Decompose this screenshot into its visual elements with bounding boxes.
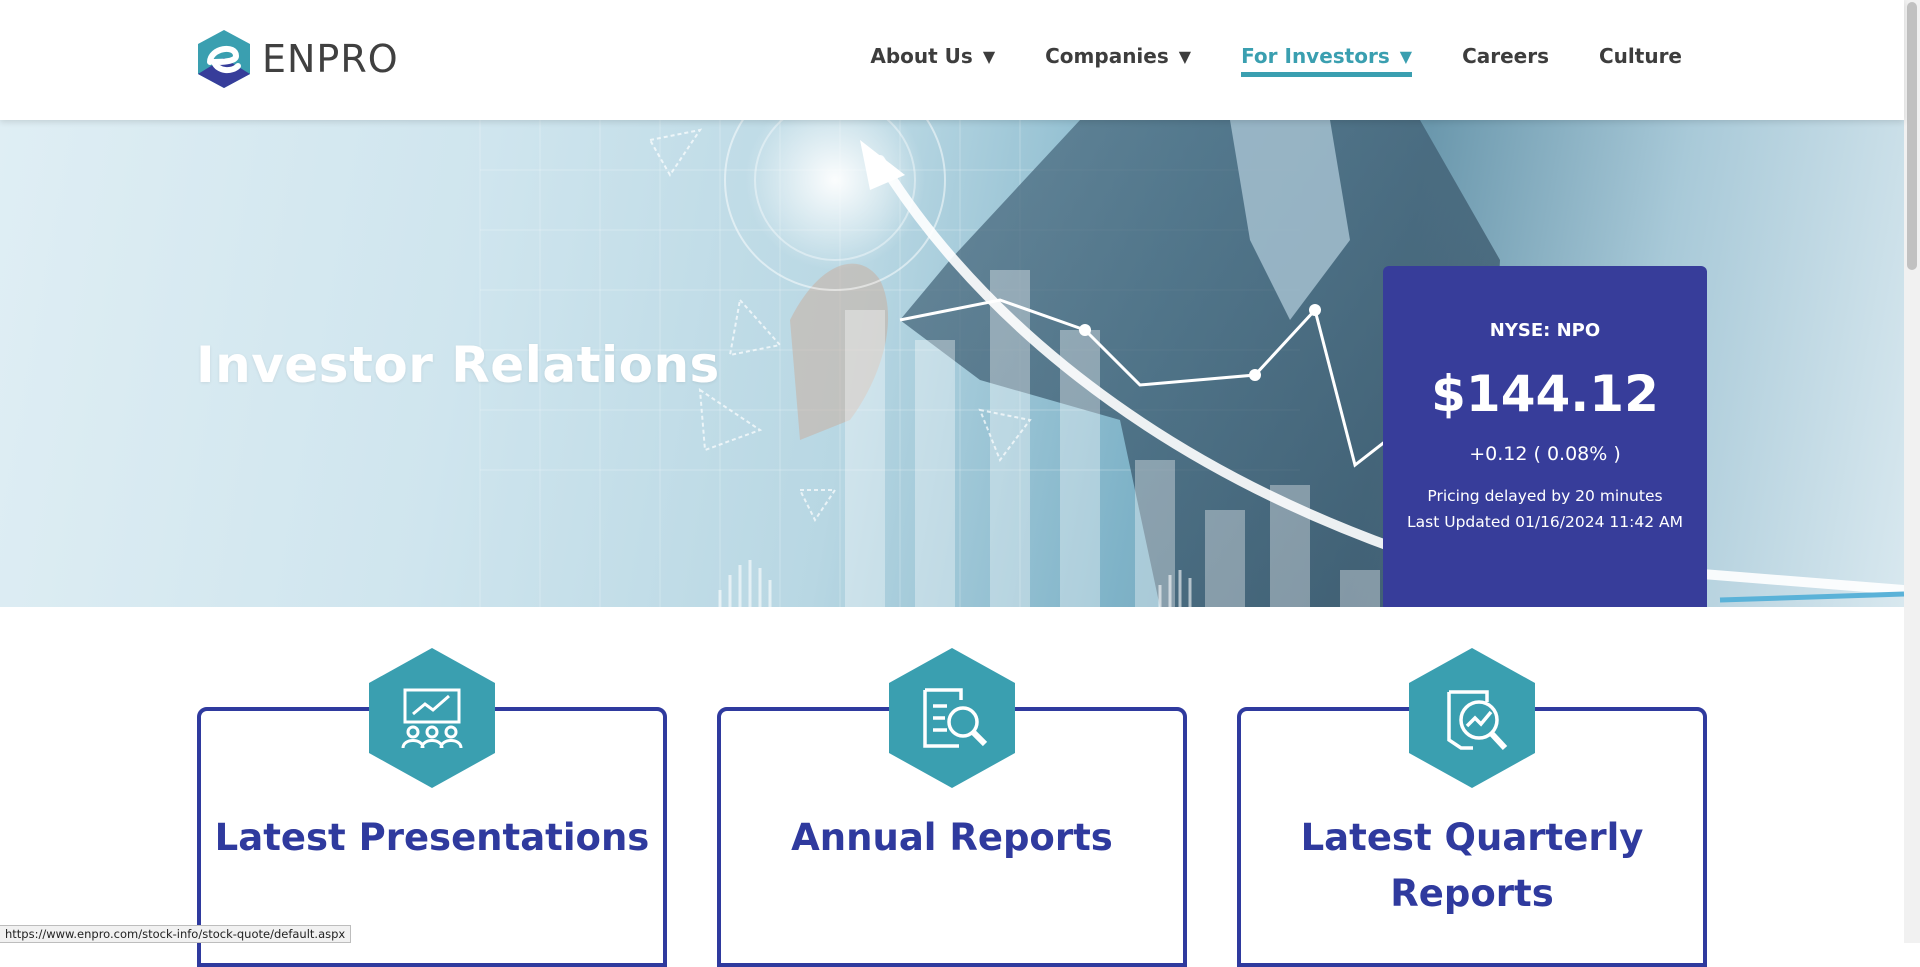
nav-careers[interactable]: Careers [1462, 44, 1549, 77]
card-title[interactable]: Latest Presentations [197, 810, 667, 866]
card-title[interactable]: Annual Reports [717, 810, 1187, 866]
chart-search-icon [1409, 648, 1535, 788]
stock-symbol: NYSE: NPO [1489, 320, 1601, 341]
enpro-logo[interactable]: ENPRO [196, 28, 399, 90]
link-status-url: https://www.enpro.com/stock-info/stock-q… [0, 925, 352, 943]
chevron-down-icon: ▼ [1399, 46, 1413, 66]
stock-change: +0.12 ( 0.08% ) [1469, 443, 1621, 465]
chevron-down-icon: ▼ [1178, 46, 1192, 66]
stock-quote-card: NYSE: NPO $144.12 +0.12 ( 0.08% ) Pricin… [1383, 266, 1707, 607]
chevron-down-icon: ▼ [982, 46, 996, 66]
last-updated-timestamp: Last Updated 01/16/2024 11:42 AM [1407, 513, 1683, 531]
page-scrollbar[interactable] [1904, 0, 1920, 943]
nav-about-us[interactable]: About Us ▼ [870, 44, 995, 77]
nav-label: Companies [1045, 44, 1169, 68]
nav-for-investors[interactable]: For Investors ▼ [1241, 44, 1413, 77]
logo-wordmark: ENPRO [262, 37, 399, 81]
nav-label: Culture [1599, 44, 1682, 68]
pricing-delay-note: Pricing delayed by 20 minutes [1427, 487, 1663, 505]
main-nav: About Us ▼ Companies ▼ For Investors ▼ C… [870, 44, 1682, 77]
site-header: ENPRO About Us ▼ Companies ▼ For Investo… [0, 0, 1904, 120]
page-title: Investor Relations [196, 336, 720, 394]
nav-label: For Investors [1241, 44, 1390, 68]
presentation-icon [369, 648, 495, 788]
nav-label: About Us [870, 44, 973, 68]
card-title[interactable]: Latest Quarterly Reports [1237, 810, 1707, 922]
report-search-icon [889, 648, 1015, 788]
stock-price: $144.12 [1431, 365, 1659, 423]
enpro-logo-icon [198, 30, 250, 88]
hero-banner: Investor Relations NYSE: NPO $144.12 +0.… [0, 120, 1904, 607]
scrollbar-thumb[interactable] [1907, 2, 1917, 270]
nav-label: Careers [1462, 44, 1549, 68]
nav-culture[interactable]: Culture [1599, 44, 1682, 77]
nav-companies[interactable]: Companies ▼ [1045, 44, 1191, 77]
